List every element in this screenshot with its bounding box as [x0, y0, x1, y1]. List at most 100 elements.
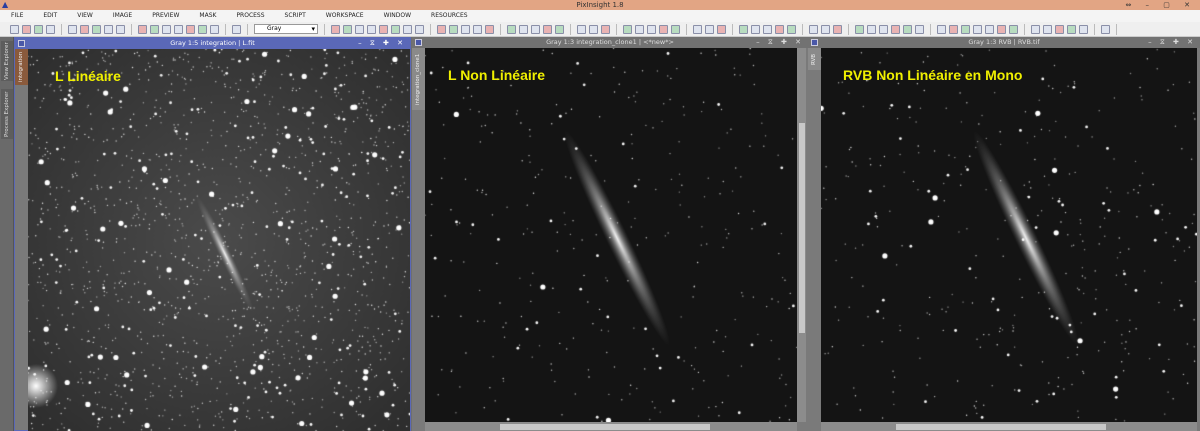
toolbar-button[interactable]: [937, 24, 946, 34]
menu-resources[interactable]: RESOURCES: [431, 10, 468, 22]
toolbar-button[interactable]: [210, 24, 219, 34]
toolbar-button[interactable]: [46, 24, 55, 34]
toolbar-button[interactable]: [437, 24, 446, 34]
toolbar-button[interactable]: [473, 24, 482, 34]
toolbar-button[interactable]: [1009, 24, 1018, 34]
window-title-bar[interactable]: Gray 1:5 integration | L.fit – ⧖ ✚ ✕: [15, 38, 410, 49]
toolbar-button[interactable]: [391, 24, 400, 34]
toolbar-button[interactable]: [198, 24, 207, 34]
toolbar-button[interactable]: [92, 24, 101, 34]
toolbar-button[interactable]: [867, 24, 876, 34]
toolbar-button[interactable]: [150, 24, 159, 34]
horizontal-scrollbar[interactable]: [821, 422, 1197, 431]
toolbar-button[interactable]: [903, 24, 912, 34]
toolbar-button[interactable]: [519, 24, 528, 34]
toolbar-button[interactable]: [531, 24, 540, 34]
toolbar-button[interactable]: [68, 24, 77, 34]
image-view[interactable]: [821, 48, 1197, 422]
toolbar-button[interactable]: [10, 24, 19, 34]
toolbar-button[interactable]: [343, 24, 352, 34]
toolbar-button[interactable]: [739, 24, 748, 34]
toolbar-button[interactable]: [1055, 24, 1064, 34]
toolbar-button[interactable]: [80, 24, 89, 34]
menu-window[interactable]: WINDOW: [384, 10, 411, 22]
toolbar-button[interactable]: [116, 24, 125, 34]
toolbar-button[interactable]: [763, 24, 772, 34]
toolbar-button[interactable]: [485, 24, 494, 34]
view-id-tab[interactable]: integration: [15, 49, 28, 85]
toolbar-button[interactable]: [985, 24, 994, 34]
toolbar-button[interactable]: [379, 24, 388, 34]
window-title-bar[interactable]: Gray 1:3 integration_clone1 | <*new*> – ⧖…: [412, 37, 808, 48]
toolbar-button[interactable]: [601, 24, 610, 34]
toolbar-button[interactable]: [355, 24, 364, 34]
toolbar-button[interactable]: [949, 24, 958, 34]
menu-workspace[interactable]: WORKSPACE: [326, 10, 364, 22]
image-window-l-linear[interactable]: Gray 1:5 integration | L.fit – ⧖ ✚ ✕ inte…: [14, 37, 411, 431]
toolbar-button[interactable]: [1043, 24, 1052, 34]
toolbar-button[interactable]: [1079, 24, 1088, 34]
view-id-tab[interactable]: RVB: [808, 48, 821, 70]
menu-view[interactable]: VIEW: [77, 10, 93, 22]
toolbar-button[interactable]: [647, 24, 656, 34]
toolbar-button[interactable]: [879, 24, 888, 34]
toolbar-button[interactable]: [555, 24, 564, 34]
toolbar-button[interactable]: [577, 24, 586, 34]
window-controls[interactable]: – ⧖ ✚ ✕: [756, 37, 804, 48]
process-explorer-tab[interactable]: Process Explorer: [1, 89, 13, 139]
window-title-bar[interactable]: Gray 1:3 RVB | RVB.tif – ⧖ ✚ ✕: [808, 37, 1200, 48]
toolbar-button[interactable]: [1031, 24, 1040, 34]
toolbar-button[interactable]: [775, 24, 784, 34]
image-window-l-nonlinear[interactable]: Gray 1:3 integration_clone1 | <*new*> – ⧖…: [412, 37, 808, 431]
toolbar-button[interactable]: [104, 24, 113, 34]
toolbar-button[interactable]: [671, 24, 680, 34]
toolbar-button[interactable]: [461, 24, 470, 34]
toolbar-button[interactable]: [34, 24, 43, 34]
window-controls[interactable]: – ⧖ ✚ ✕: [1148, 37, 1196, 48]
toolbar-button[interactable]: [717, 24, 726, 34]
toolbar-button[interactable]: [589, 24, 598, 34]
toolbar-button[interactable]: [809, 24, 818, 34]
toolbar-button[interactable]: [961, 24, 970, 34]
menu-script[interactable]: SCRIPT: [285, 10, 306, 22]
toolbar-button[interactable]: [543, 24, 552, 34]
menu-edit[interactable]: EDIT: [43, 10, 57, 22]
toolbar-button[interactable]: [232, 24, 241, 34]
toolbar-button[interactable]: [821, 24, 830, 34]
toolbar-button[interactable]: [331, 24, 340, 34]
toolbar-button[interactable]: [174, 24, 183, 34]
toolbar-button[interactable]: [891, 24, 900, 34]
image-view[interactable]: [28, 49, 410, 431]
toolbar-button[interactable]: [855, 24, 864, 34]
toolbar-button[interactable]: [507, 24, 516, 34]
window-controls[interactable]: ⇔ – ▢ ✕: [1125, 0, 1196, 10]
toolbar-button[interactable]: [635, 24, 644, 34]
toolbar-button[interactable]: [693, 24, 702, 34]
view-id-tab[interactable]: integration_clone1: [412, 48, 425, 110]
image-view[interactable]: [425, 48, 797, 422]
horizontal-scrollbar[interactable]: [425, 422, 797, 431]
menu-mask[interactable]: MASK: [199, 10, 216, 22]
toolbar-button[interactable]: [367, 24, 376, 34]
menu-process[interactable]: PROCESS: [236, 10, 264, 22]
toolbar-button[interactable]: [623, 24, 632, 34]
toolbar-button[interactable]: [997, 24, 1006, 34]
menu-file[interactable]: FILE: [11, 10, 23, 22]
menu-image[interactable]: IMAGE: [113, 10, 132, 22]
toolbar-button[interactable]: [833, 24, 842, 34]
toolbar-button[interactable]: [659, 24, 668, 34]
toolbar-button[interactable]: [973, 24, 982, 34]
toolbar-button[interactable]: [138, 24, 147, 34]
window-controls[interactable]: – ⧖ ✚ ✕: [358, 38, 406, 49]
toolbar-button[interactable]: [787, 24, 796, 34]
toolbar-button[interactable]: [186, 24, 195, 34]
toolbar-button[interactable]: [915, 24, 924, 34]
menu-preview[interactable]: PREVIEW: [152, 10, 179, 22]
view-explorer-tab[interactable]: View Explorer: [1, 41, 13, 81]
toolbar-button[interactable]: [449, 24, 458, 34]
toolbar-button[interactable]: [403, 24, 412, 34]
toolbar-button[interactable]: [1067, 24, 1076, 34]
toolbar-button[interactable]: [162, 24, 171, 34]
toolbar-button[interactable]: [1101, 24, 1110, 34]
image-window-rvb-mono[interactable]: Gray 1:3 RVB | RVB.tif – ⧖ ✚ ✕ RVB RVB No…: [808, 37, 1200, 431]
